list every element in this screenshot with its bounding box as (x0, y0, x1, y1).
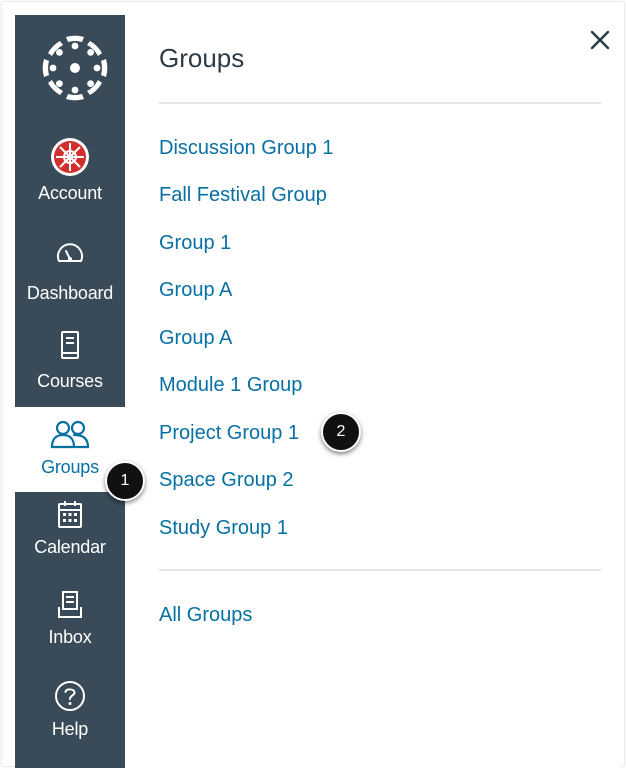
global-nav-sidebar: Account Dashboard Courses Groups Calenda… (15, 15, 125, 768)
group-link-group-a-2[interactable]: Group A (159, 327, 232, 350)
nav-item-label: Inbox (48, 627, 92, 647)
inbox-icon (55, 589, 85, 621)
group-link-group-a[interactable]: Group A (159, 279, 232, 302)
nav-item-calendar[interactable]: Calendar (15, 497, 125, 577)
tray-title: Groups (159, 43, 245, 73)
nav-item-label: Dashboard (26, 283, 114, 303)
nav-item-label: Account (38, 183, 102, 203)
group-link-group-1[interactable]: Group 1 (159, 232, 231, 255)
canvas-logo-icon[interactable] (15, 15, 125, 125)
nav-item-label: Calendar (34, 537, 106, 557)
nav-item-courses[interactable]: Courses (15, 327, 125, 407)
groups-tray: Groups Discussion Group 1 Fall Festival … (125, 15, 620, 768)
callout-badge-1: 1 (105, 461, 145, 501)
group-link-discussion-group-1[interactable]: Discussion Group 1 (159, 137, 334, 160)
title-divider (159, 102, 601, 104)
close-icon (590, 30, 610, 50)
group-link-module-1-group[interactable]: Module 1 Group (159, 374, 302, 397)
nav-item-help[interactable]: Help (15, 677, 125, 757)
help-icon (53, 679, 87, 713)
group-link-space-group-2[interactable]: Space Group 2 (159, 469, 294, 492)
callout-badge-2: 2 (321, 412, 361, 452)
group-link-study-group-1[interactable]: Study Group 1 (159, 517, 288, 540)
all-groups-link[interactable]: All Groups (159, 604, 252, 627)
account-avatar-icon (50, 137, 90, 177)
list-divider (159, 569, 601, 571)
nav-item-inbox[interactable]: Inbox (15, 587, 125, 667)
group-link-project-group-1[interactable]: Project Group 1 (159, 422, 299, 445)
nav-item-account[interactable]: Account (15, 133, 125, 217)
dashboard-gauge-icon (55, 239, 85, 269)
close-tray-button[interactable] (585, 25, 615, 55)
calendar-icon (55, 499, 85, 531)
nav-item-label: Help (51, 719, 89, 739)
groups-icon (48, 419, 92, 451)
nav-item-label: Courses (37, 371, 103, 391)
nav-item-dashboard[interactable]: Dashboard (15, 237, 125, 317)
group-link-fall-festival-group[interactable]: Fall Festival Group (159, 184, 327, 207)
courses-book-icon (55, 329, 85, 363)
